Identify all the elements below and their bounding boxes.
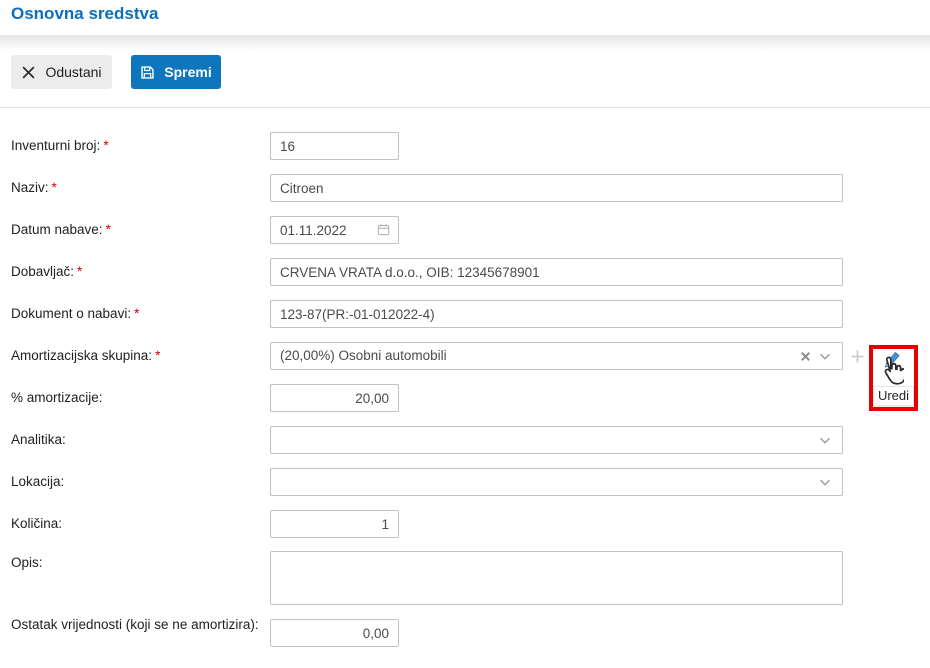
required-asterisk: * [134, 306, 140, 321]
chevron-down-icon[interactable] [819, 479, 831, 487]
required-asterisk: * [105, 222, 111, 237]
label-dobavljac: Dobavljač: * [11, 264, 83, 279]
required-asterisk: * [51, 180, 57, 195]
cancel-button[interactable]: Odustani [11, 55, 112, 89]
chevron-down-icon[interactable] [819, 437, 831, 445]
label-kolicina: Količina: [11, 516, 63, 531]
label-naziv: Naziv: * [11, 180, 57, 195]
amortizacijska-skupina-value: (20,00%) Osobni automobili [280, 348, 447, 363]
dobavljac-input[interactable] [270, 258, 843, 286]
required-asterisk: * [103, 138, 109, 153]
required-asterisk: * [77, 264, 83, 279]
pencil-icon[interactable] [881, 350, 902, 369]
amortizacijska-skupina-select[interactable]: (20,00%) Osobni automobili [270, 342, 843, 370]
opis-textarea[interactable] [270, 551, 843, 605]
x-icon [21, 65, 36, 80]
cancel-button-label: Odustani [45, 64, 102, 80]
label-opis: Opis: [11, 555, 43, 570]
ostatak-vrijednosti-input[interactable] [270, 619, 399, 647]
save-button[interactable]: Spremi [131, 55, 221, 89]
x-clear-icon[interactable] [800, 351, 811, 362]
datum-nabave-field [270, 216, 399, 244]
save-button-label: Spremi [164, 64, 212, 80]
postotak-amortizacije-input[interactable] [270, 384, 399, 412]
label-analitika: Analitika: [11, 432, 66, 447]
label-amortizacijska-skupina: Amortizacijska skupina: * [11, 348, 161, 363]
required-asterisk: * [155, 348, 161, 363]
add-skupina-button[interactable] [850, 349, 865, 364]
label-ostatak-vrijednosti: Ostatak vrijednosti (koji se ne amortizi… [11, 617, 259, 632]
naziv-input[interactable] [270, 174, 843, 202]
floppy-disk-icon [140, 65, 155, 80]
label-lokacija: Lokacija: [11, 474, 65, 489]
lokacija-select[interactable] [270, 468, 843, 496]
label-dokument-o-nabavi: Dokument o nabavi: * [11, 306, 140, 321]
page-title: Osnovna sredstva [11, 4, 159, 23]
header-divider [0, 35, 930, 51]
osnovna-sredstva-form-page: Osnovna sredstva Odustani Spremi Inventu… [0, 0, 930, 668]
calendar-icon[interactable] [377, 223, 390, 236]
analitika-select[interactable] [270, 426, 843, 454]
kolicina-input[interactable] [270, 510, 399, 538]
edit-highlight-box: Uredi [869, 345, 918, 411]
inventurni-broj-input[interactable] [270, 132, 399, 160]
label-inventurni-broj: Inventurni broj: * [11, 138, 109, 153]
chevron-down-icon[interactable] [819, 353, 831, 361]
toolbar-divider [0, 107, 930, 108]
dokument-o-nabavi-input[interactable] [270, 300, 843, 328]
label-datum-nabave: Datum nabave: * [11, 222, 111, 237]
label-postotak-amortizacije: % amortizacije: [11, 390, 103, 405]
edit-tooltip: Uredi [873, 386, 914, 406]
